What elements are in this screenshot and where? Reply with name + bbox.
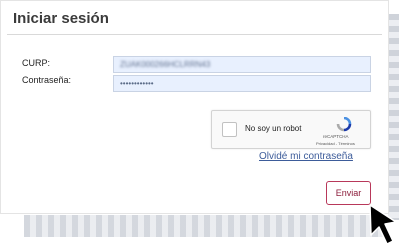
arrow-pointer-icon [369, 204, 397, 245]
recaptcha-label: No soy un robot [245, 124, 302, 133]
recaptcha-widget: No soy un robot reCAPTCHA Privacidad - T… [211, 110, 371, 149]
forgot-password-link[interactable]: Olvidé mi contraseña [259, 151, 353, 162]
shadow-decoration-right [388, 14, 399, 220]
password-label: Contraseña: [22, 75, 72, 85]
page-title: Iniciar sesión [13, 10, 109, 27]
password-input[interactable]: •••••••••••• [113, 75, 371, 92]
login-panel: Iniciar sesión CURP: ZUAK000266HCLRRN43 … [0, 0, 389, 214]
title-divider [7, 34, 382, 35]
recaptcha-logo-icon [336, 117, 352, 132]
recaptcha-brand: reCAPTCHA [323, 134, 349, 139]
submit-button[interactable]: Enviar [326, 181, 371, 205]
recaptcha-checkbox[interactable] [222, 122, 237, 137]
recaptcha-links[interactable]: Privacidad - Términos [316, 141, 355, 146]
curp-input[interactable]: ZUAK000266HCLRRN43 [113, 56, 371, 73]
curp-label: CURP: [22, 58, 51, 68]
shadow-decoration [24, 215, 384, 237]
password-value: •••••••••••• [120, 79, 154, 88]
curp-value: ZUAK000266HCLRRN43 [120, 60, 211, 69]
